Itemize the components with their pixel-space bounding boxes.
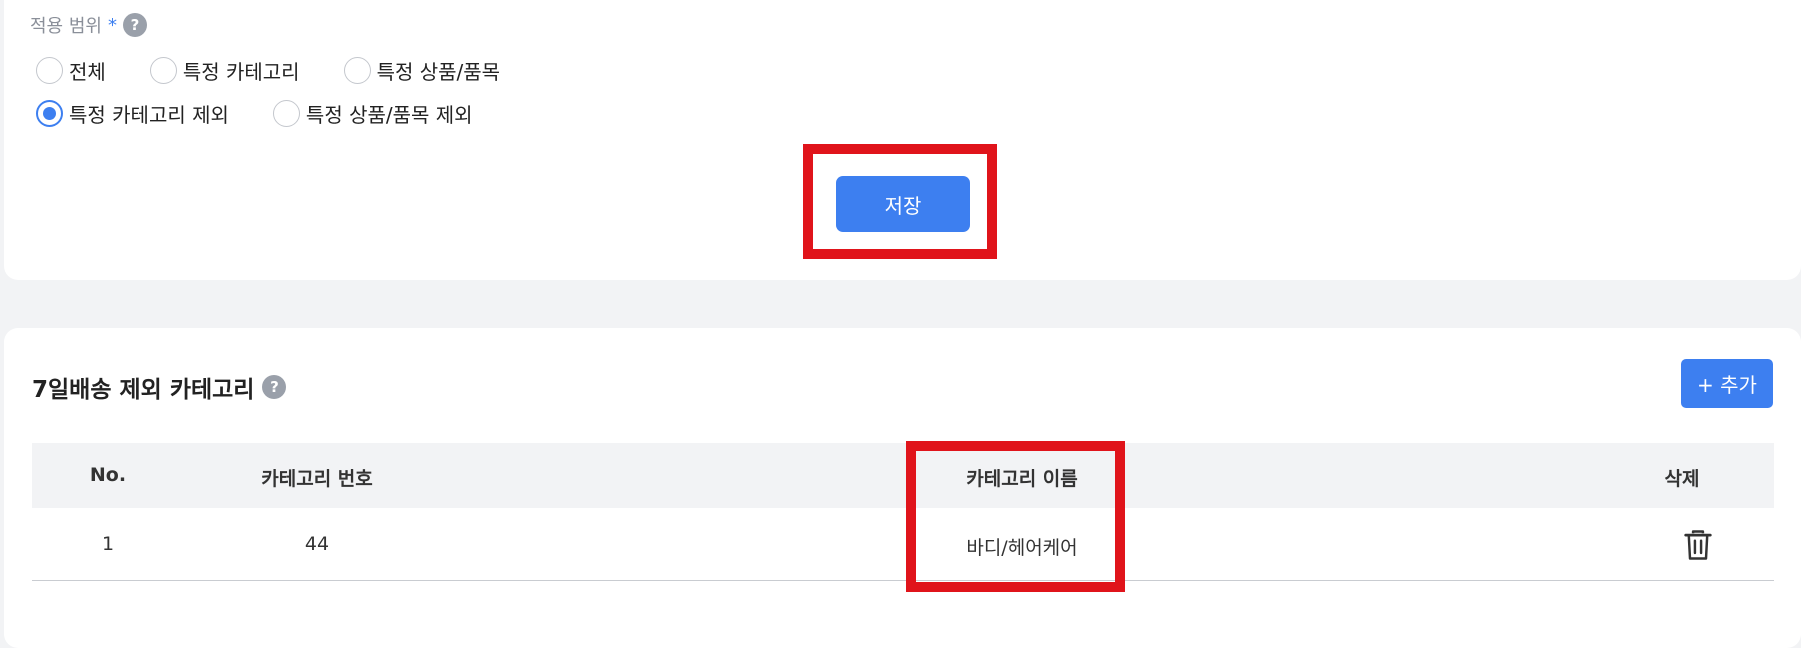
trash-icon[interactable] [1683,529,1713,561]
radio-label: 특정 상품/품목 [376,60,501,84]
radio-label: 특정 카테고리 [182,60,300,84]
add-button[interactable]: + 추가 [1681,359,1773,408]
scope-label-text: 적용 범위 [30,16,102,37]
radio-label: 특정 상품/품목 제외 [305,103,473,127]
table-row: 1 44 바디/헤어케어 [32,508,1774,581]
cell-no: 1 [101,533,115,555]
cell-category-name: 바디/헤어케어 [966,537,1078,559]
help-icon[interactable]: ? [122,13,147,37]
radio-specific-product[interactable]: 특정 상품/품목 [343,56,501,85]
radio-circle[interactable] [343,57,371,84]
column-header-delete: 삭제 [1664,468,1700,490]
cell-category-id: 44 [304,533,330,555]
help-icon[interactable]: ? [262,375,287,399]
radio-circle[interactable] [36,57,63,84]
radio-circle[interactable] [272,100,300,127]
scope-options-row-2: 특정 카테고리 제외 특정 상품/품목 제외 [36,99,517,128]
column-header-no: No. [89,464,127,486]
radio-circle-selected[interactable] [36,100,63,127]
radio-specific-category[interactable]: 특정 카테고리 [149,56,300,85]
save-button[interactable]: 저장 [836,176,970,232]
scope-label: 적용 범위 * ? [30,12,147,38]
table-header: No. 카테고리 번호 카테고리 이름 삭제 [32,443,1774,508]
radio-exclude-category[interactable]: 특정 카테고리 제외 [36,99,229,128]
radio-label: 전체 [69,60,106,84]
scope-card [4,0,1801,280]
column-header-category-id: 카테고리 번호 [261,468,373,490]
required-mark: * [107,14,117,36]
radio-label: 특정 카테고리 제외 [69,103,229,127]
radio-exclude-product[interactable]: 특정 상품/품목 제외 [272,99,473,128]
scope-options-row-1: 전체 특정 카테고리 특정 상품/품목 [36,56,544,85]
section-title: 7일배송 제외 카테고리 ? [32,370,287,404]
section-title-text: 7일배송 제외 카테고리 [32,377,255,403]
column-header-category-name: 카테고리 이름 [966,468,1078,490]
radio-circle[interactable] [149,57,177,84]
radio-all[interactable]: 전체 [36,56,106,85]
